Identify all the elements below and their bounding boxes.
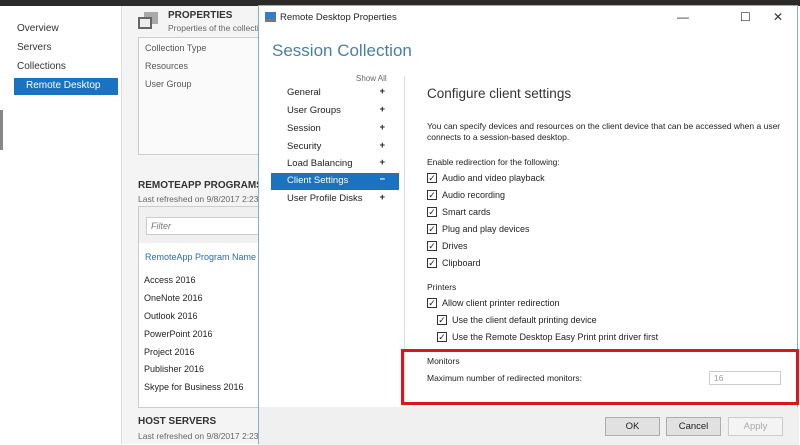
program-item[interactable]: Skype for Business 2016: [144, 382, 244, 392]
expand-icon: +: [379, 192, 385, 203]
checkbox-label: Audio recording: [442, 190, 506, 200]
properties-icon: [138, 12, 158, 30]
category-general[interactable]: General +: [271, 85, 399, 102]
monitors-input[interactable]: 16: [709, 371, 781, 385]
printers-label: Printers: [427, 282, 457, 292]
monitors-label: Monitors: [427, 356, 460, 366]
nav-collections[interactable]: Collections: [17, 61, 66, 72]
checkbox-default-printer[interactable]: ✓ Use the client default printing device: [437, 315, 597, 325]
checkbox-audio-video[interactable]: ✓ Audio and video playback: [427, 173, 545, 183]
dialog-heading: Session Collection: [272, 41, 412, 60]
checkbox-label: Use the client default printing device: [452, 315, 597, 325]
collapse-icon: −: [379, 174, 385, 185]
checkbox-label: Allow client printer redirection: [442, 298, 560, 308]
nav-servers[interactable]: Servers: [17, 42, 51, 53]
checkbox-smart-cards[interactable]: ✓ Smart cards: [427, 207, 491, 217]
host-servers-refreshed: Last refreshed on 9/8/2017 2:23: [138, 431, 259, 441]
monitors-field-label: Maximum number of redirected monitors:: [427, 373, 582, 383]
checkbox-icon[interactable]: ✓: [427, 190, 437, 200]
checkbox-icon[interactable]: ✓: [427, 241, 437, 251]
remote-desktop-properties-dialog: Remote Desktop Properties — ☐ ✕ Session …: [258, 5, 799, 445]
checkbox-label: Drives: [442, 241, 468, 251]
checkbox-icon[interactable]: ✓: [427, 298, 437, 308]
remoteapp-list: Filter RemoteApp Program Name: [138, 206, 269, 408]
checkbox-label: Clipboard: [442, 258, 481, 268]
left-nav: Overview Servers Collections Remote Desk…: [0, 6, 122, 444]
category-label: User Profile Disks: [287, 193, 363, 204]
splitter[interactable]: [0, 110, 3, 150]
redirect-label: Enable redirection for the following:: [427, 157, 560, 167]
checkbox-label: Audio and video playback: [442, 173, 545, 183]
filter-input[interactable]: Filter: [146, 217, 269, 235]
title-bar: Remote Desktop Properties — ☐ ✕: [259, 6, 797, 30]
category-label: Security: [287, 141, 322, 152]
checkbox-label: Plug and play devices: [442, 224, 530, 234]
maximize-button[interactable]: ☐: [740, 10, 751, 24]
program-item[interactable]: Access 2016: [144, 275, 196, 285]
ok-button[interactable]: OK: [605, 417, 660, 436]
expand-icon: +: [379, 86, 385, 97]
program-item[interactable]: Outlook 2016: [144, 311, 198, 321]
category-label: General: [287, 87, 321, 98]
checkbox-clipboard[interactable]: ✓ Clipboard: [427, 258, 481, 268]
description: You can specify devices and resources on…: [427, 121, 781, 142]
category-security[interactable]: Security +: [271, 139, 399, 156]
category-label: Client Settings: [287, 175, 349, 186]
program-item[interactable]: PowerPoint 2016: [144, 329, 213, 339]
checkbox-icon[interactable]: ✓: [427, 207, 437, 217]
checkbox-label: Smart cards: [442, 207, 491, 217]
checkbox-icon[interactable]: ✓: [437, 315, 447, 325]
dialog-title: Remote Desktop Properties: [280, 12, 397, 23]
category-label: User Groups: [287, 105, 341, 116]
properties-title: PROPERTIES: [168, 10, 233, 21]
expand-icon: +: [379, 140, 385, 151]
program-item[interactable]: OneNote 2016: [144, 293, 203, 303]
remoteapp-refreshed: Last refreshed on 9/8/2017 2:23: [138, 194, 259, 204]
expand-icon: +: [379, 122, 385, 133]
host-servers-title: HOST SERVERS: [138, 416, 217, 427]
properties-box: Collection Type Resources User Group: [138, 37, 268, 155]
checkbox-icon[interactable]: ✓: [437, 332, 447, 342]
app-icon: [265, 12, 276, 22]
category-label: Load Balancing: [287, 158, 353, 169]
category-user-groups[interactable]: User Groups +: [271, 103, 399, 120]
column-header-program-name[interactable]: RemoteApp Program Name: [145, 252, 256, 262]
category-user-profile-disks[interactable]: User Profile Disks +: [271, 191, 399, 208]
category-client-settings[interactable]: Client Settings −: [271, 173, 399, 190]
program-item[interactable]: Publisher 2016: [144, 364, 204, 374]
checkbox-audio-recording[interactable]: ✓ Audio recording: [427, 190, 505, 200]
category-label: Session: [287, 123, 321, 134]
checkbox-easy-print[interactable]: ✓ Use the Remote Desktop Easy Print print…: [437, 332, 658, 342]
remoteapp-title: REMOTEAPP PROGRAMS: [138, 180, 263, 191]
checkbox-plug-and-play[interactable]: ✓ Plug and play devices: [427, 224, 530, 234]
section-title: Configure client settings: [427, 86, 572, 101]
minimize-button[interactable]: —: [677, 10, 689, 24]
expand-icon: +: [379, 104, 385, 115]
nav-overview[interactable]: Overview: [17, 23, 59, 34]
checkbox-icon[interactable]: ✓: [427, 173, 437, 183]
field-resources: Resources: [145, 61, 189, 71]
field-collection-type: Collection Type: [145, 43, 207, 53]
collection-panel: PROPERTIES Properties of the collection …: [122, 6, 269, 444]
program-item[interactable]: Project 2016: [144, 347, 195, 357]
checkbox-drives[interactable]: ✓ Drives: [427, 241, 468, 251]
checkbox-icon[interactable]: ✓: [427, 224, 437, 234]
checkbox-allow-printer[interactable]: ✓ Allow client printer redirection: [427, 298, 560, 308]
category-session[interactable]: Session +: [271, 121, 399, 138]
cancel-button[interactable]: Cancel: [666, 417, 721, 436]
close-button[interactable]: ✕: [773, 10, 783, 24]
category-load-balancing[interactable]: Load Balancing +: [271, 156, 399, 173]
field-user-group: User Group: [145, 79, 192, 89]
apply-button[interactable]: Apply: [728, 417, 783, 436]
checkbox-icon[interactable]: ✓: [427, 258, 437, 268]
properties-subtitle: Properties of the collection: [168, 23, 269, 33]
show-all-link[interactable]: Show All: [356, 74, 387, 83]
checkbox-label: Use the Remote Desktop Easy Print print …: [452, 332, 659, 342]
expand-icon: +: [379, 157, 385, 168]
nav-remote-desktop[interactable]: Remote Desktop: [14, 78, 118, 95]
